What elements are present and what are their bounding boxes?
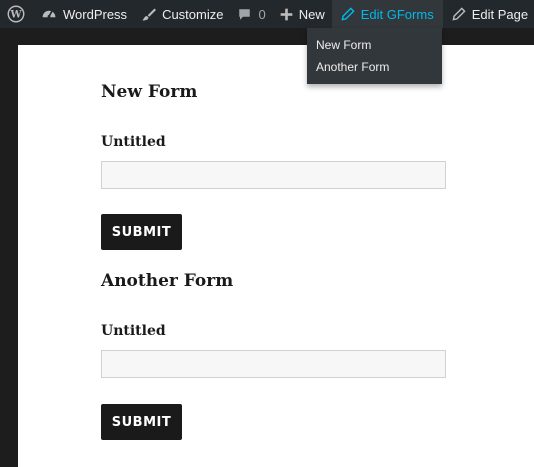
edit-gforms-dropdown: New Form Another Form (307, 28, 442, 84)
edit-page-link[interactable]: Edit Page (443, 0, 534, 28)
submit-button[interactable]: SUBMIT (101, 404, 182, 440)
new-content-link[interactable]: New (273, 0, 332, 28)
comments-link[interactable]: 0 (230, 0, 272, 28)
comment-icon (237, 7, 252, 22)
comment-count: 0 (258, 6, 266, 22)
pencil-icon (452, 7, 466, 21)
edit-gforms-menu[interactable]: Edit GForms (331, 0, 443, 28)
field-label-untitled: Untitled (101, 134, 166, 150)
svg-text:W: W (9, 10, 22, 21)
field-label-untitled: Untitled (101, 323, 166, 339)
edit-page-label: Edit Page (471, 6, 529, 22)
paintbrush-icon (141, 7, 157, 22)
untitled-input[interactable] (101, 350, 446, 378)
untitled-input[interactable] (101, 161, 446, 189)
page-content: New Form Untitled SUBMIT Another Form Un… (18, 45, 534, 467)
site-name-link[interactable]: WordPress (34, 0, 134, 28)
dashboard-icon (41, 6, 57, 22)
new-label: New (298, 6, 325, 22)
customize-label: Customize (162, 6, 224, 22)
dropdown-item-another-form[interactable]: Another Form (307, 56, 442, 78)
dropdown-item-new-form[interactable]: New Form (307, 34, 442, 56)
plus-icon (280, 8, 293, 21)
customize-link[interactable]: Customize (134, 0, 230, 28)
admin-bar: W WordPress Customize 0 New Edit GForms … (0, 0, 534, 28)
form-title: New Form (101, 82, 198, 102)
edit-gforms-label: Edit GForms (360, 6, 434, 22)
form-title: Another Form (101, 271, 234, 291)
site-name-label: WordPress (63, 6, 128, 22)
wordpress-logo-menu[interactable]: W (0, 0, 34, 28)
pencil-icon (341, 7, 355, 21)
wordpress-logo-icon: W (7, 5, 25, 23)
submit-button[interactable]: SUBMIT (101, 214, 182, 250)
page-frame (0, 28, 18, 467)
